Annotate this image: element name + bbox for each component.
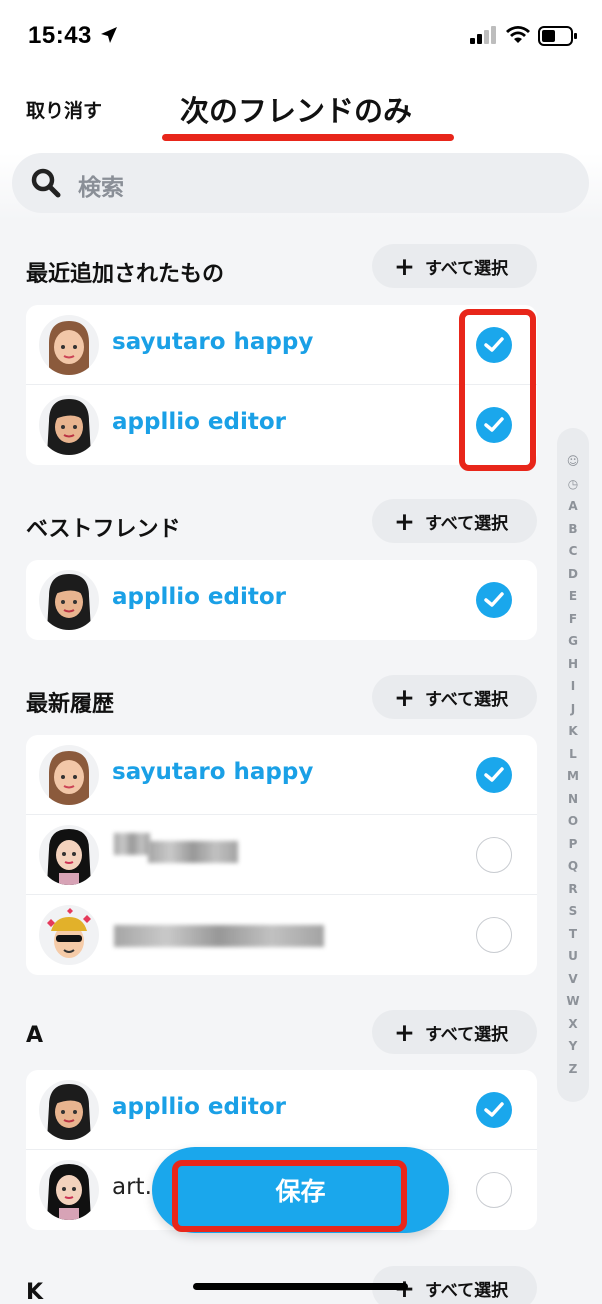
bitmoji-avatar [39,1160,99,1220]
checkmark-annotation-box [459,309,536,471]
bitmoji-avatar [39,905,99,965]
friend-name: appllio editor [112,409,286,435]
alphabet-index-letter[interactable]: C [557,544,589,558]
alphabet-index-letter[interactable]: U [557,949,589,963]
selected-checkmark-icon[interactable] [476,582,512,618]
bitmoji-avatar [39,825,99,885]
battery-icon [538,26,577,46]
alphabet-index-letter[interactable]: ☺ [557,454,589,468]
alphabet-index-letter[interactable]: N [557,792,589,806]
bitmoji-avatar [39,395,99,455]
section-title-a: A [26,1023,44,1048]
alphabet-index-letter[interactable]: A [557,499,589,513]
alphabet-index-letter[interactable]: O [557,814,589,828]
friend-name: appllio editor [112,1094,286,1120]
section-title-best-friends: ベストフレンド [26,517,181,542]
alphabet-index-letter[interactable]: F [557,612,589,626]
alphabet-index-letter[interactable]: I [557,679,589,693]
search-placeholder: 検索 [78,175,124,201]
alphabet-index-letter[interactable]: E [557,589,589,603]
select-all-label: すべて選択 [424,258,509,279]
select-all-button[interactable]: + すべて選択 [372,499,537,543]
bitmoji-avatar [39,1080,99,1140]
select-all-label: すべて選択 [424,1280,509,1301]
friend-name: sayutaro happy [112,759,314,785]
search-icon [31,168,61,198]
select-all-label: すべて選択 [424,1024,509,1045]
friend-name: sayutaro happy [112,329,314,355]
cancel-button[interactable]: 取り消す [26,96,102,123]
select-all-label: すべて選択 [424,689,509,710]
selected-checkmark-icon[interactable] [476,757,512,793]
friend-row[interactable]: appllio editor [26,1070,537,1150]
alphabet-index-letter[interactable]: ◷ [557,477,589,491]
bitmoji-avatar [39,745,99,805]
friend-row[interactable] [26,815,537,895]
plus-icon: + [394,682,415,712]
selected-checkmark-icon[interactable] [476,1092,512,1128]
select-all-button[interactable]: + すべて選択 [372,244,537,288]
save-annotation-box [172,1160,407,1232]
page-title: 次のフレンドのみ [180,94,413,128]
alphabet-index-letter[interactable]: V [557,972,589,986]
section-title-recent-added: 最近追加されたもの [26,262,225,287]
unselected-circle[interactable] [476,917,512,953]
title-annotation-underline [162,134,454,141]
status-bar: 15:43 [0,0,602,70]
alphabet-index-letter[interactable]: Q [557,859,589,873]
section-title-k: K [26,1280,44,1304]
friend-row[interactable]: appllio editor [26,560,537,640]
alphabet-index-letter[interactable]: D [557,567,589,581]
alphabet-index-letter[interactable]: W [557,994,589,1008]
status-time: 15:43 [28,22,92,49]
alphabet-index-letter[interactable]: K [557,724,589,738]
alphabet-index-letter[interactable]: P [557,837,589,851]
alphabet-index-letter[interactable]: X [557,1017,589,1031]
unselected-circle[interactable] [476,1172,512,1208]
blurred-name [114,833,150,855]
unselected-circle[interactable] [476,837,512,873]
select-all-button[interactable]: + すべて選択 [372,1010,537,1054]
friend-list-card: appllio editor [26,560,537,640]
alphabet-index-letter[interactable]: T [557,927,589,941]
alphabet-index-letter[interactable]: H [557,657,589,671]
friend-name: appllio editor [112,584,286,610]
cellular-signal-icon [470,26,496,44]
location-arrow-icon [101,27,117,43]
alphabet-index-letter[interactable]: B [557,522,589,536]
blurred-name [148,841,238,863]
alphabet-index-letter[interactable]: Y [557,1039,589,1053]
select-all-label: すべて選択 [424,513,509,534]
home-indicator [193,1283,408,1290]
select-all-button[interactable]: + すべて選択 [372,675,537,719]
alphabet-index-letter[interactable]: J [557,702,589,716]
friend-row[interactable]: sayutaro happy [26,735,537,815]
blurred-name [114,925,324,947]
alphabet-index-letter[interactable]: G [557,634,589,648]
alphabet-index-letter[interactable]: Z [557,1062,589,1076]
section-title-recent-history: 最新履歴 [26,692,115,717]
plus-icon: + [394,506,415,536]
friend-row[interactable] [26,895,537,975]
alphabet-index-letter[interactable]: S [557,904,589,918]
bitmoji-avatar [39,315,99,375]
alphabet-index-letter[interactable]: R [557,882,589,896]
alphabet-index-scrubber[interactable]: ☺ ◷ A B C D E F G H I J K L M N O P Q R S T U V W X Y Z [557,428,589,1102]
wifi-icon [506,26,530,43]
bitmoji-avatar [39,570,99,630]
plus-icon: + [394,251,415,281]
plus-icon: + [394,1017,415,1047]
alphabet-index-letter[interactable]: M [557,769,589,783]
alphabet-index-letter[interactable]: L [557,747,589,761]
friend-list-card: sayutaro happy [26,735,537,975]
